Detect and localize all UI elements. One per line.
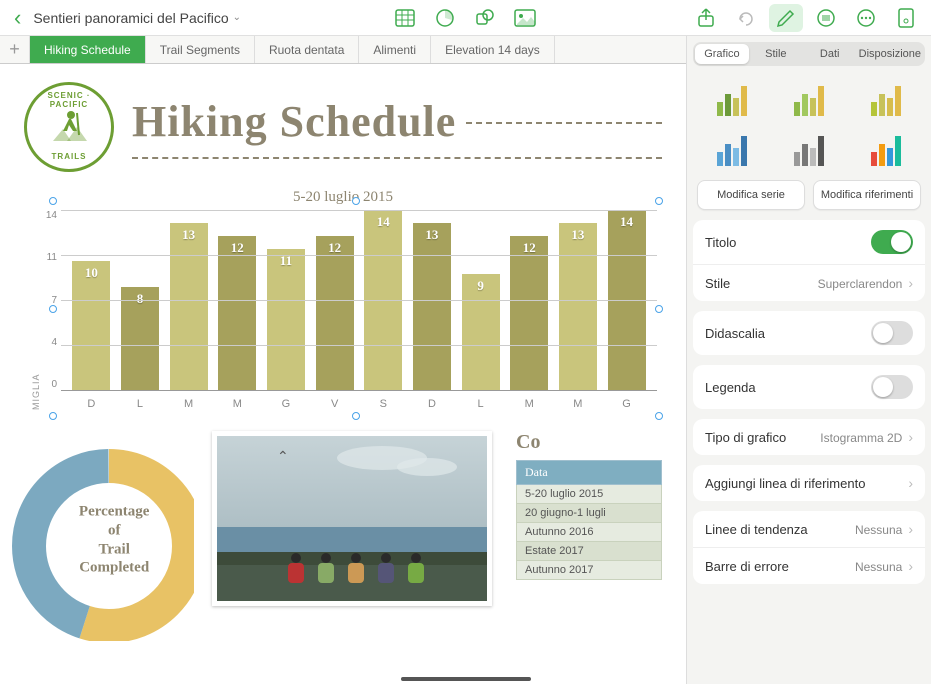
chart-plot-area: 1081312111214139121314 DLMMGVSDLMMG [61,210,657,410]
table-row[interactable]: 20 giugno-1 lugli [516,504,662,523]
legend-toggle-row: Legenda [693,365,925,409]
selection-handle[interactable] [655,412,663,420]
document-title[interactable]: Sentieri panoramici del Pacifico ⌄ [33,10,241,26]
inspector-tabs: Grafico Stile Dati Disposizione [693,42,925,66]
table-row[interactable]: Estate 2017 [516,542,662,561]
bar-chart[interactable]: 5-20 luglio 2015 MIGLIA 1411740 10813121… [24,182,662,415]
inspector-tab[interactable]: Grafico [695,44,749,64]
table-row[interactable]: Autunno 2016 [516,523,662,542]
sheet-tab[interactable]: Alimenti [359,36,431,63]
back-button[interactable]: ‹ [8,5,27,31]
bird-icon: ⌃ [277,448,289,465]
selection-handle[interactable] [49,412,57,420]
photo[interactable]: ⌃ [212,431,492,606]
inspector-tab[interactable]: Disposizione [857,44,923,64]
title-toggle-row: Titolo [693,220,925,264]
sheet-tab[interactable]: Hiking Schedule [30,36,146,63]
chart-bar: 12 [218,236,256,390]
chart-type-row[interactable]: Tipo di grafico Istogramma 2D› [693,419,925,455]
chevron-down-icon: ⌄ [233,12,241,23]
chart-style-thumb[interactable] [699,78,766,118]
format-inspector: Grafico Stile Dati Disposizione Modifica… [686,36,931,684]
undo-icon[interactable] [729,4,763,32]
title-decoration [466,122,662,124]
organize-icon[interactable] [809,4,843,32]
add-sheet-button[interactable]: + [0,36,30,63]
chart-style-thumb[interactable] [852,128,919,168]
sheet-tab[interactable]: Elevation 14 days [431,36,555,63]
chart-style-thumb[interactable] [852,78,919,118]
chart-bar: 9 [462,274,500,390]
top-toolbar: ‹ Sentieri panoramici del Pacifico ⌄ [0,0,931,36]
chevron-right-icon: › [908,521,913,537]
chart-bar: 13 [170,223,208,390]
caption-toggle-row: Didascalia [693,311,925,355]
y-axis-ticks: 1411740 [43,210,61,410]
data-table[interactable]: Co Data 5-20 luglio 201520 giugno-1 lugl… [516,431,662,580]
trendlines-row[interactable]: Linee di tendenza Nessuna› [693,511,925,547]
add-reference-line-row[interactable]: Aggiungi linea di riferimento › [693,465,925,501]
action-icons [689,4,923,32]
document-settings-icon[interactable] [889,4,923,32]
donut-chart[interactable]: Percentage of Trail Completed [0,431,194,641]
error-bars-row[interactable]: Barre di errore Nessuna› [693,547,925,584]
selection-handle[interactable] [352,412,360,420]
chart-bar: 11 [267,249,305,390]
chevron-right-icon: › [908,429,913,445]
donut-center-text: Percentage of Trail Completed [79,503,150,578]
chart-style-grid [693,66,925,180]
legend-toggle[interactable] [871,375,913,399]
trail-badge: SCENIC · PACIFIC TRAILS [24,82,114,172]
modify-series-button[interactable]: Modifica serie [697,180,805,210]
insert-media-icon[interactable] [508,4,542,32]
chart-bar: 12 [316,236,354,390]
caption-toggle[interactable] [871,321,913,345]
table-header: Data [516,460,662,485]
more-icon[interactable] [849,4,883,32]
chart-style-thumb[interactable] [776,78,843,118]
y-axis-label: MIGLIA [29,210,43,410]
chevron-right-icon: › [908,475,913,491]
page-header: SCENIC · PACIFIC TRAILS Hiking Schedule [24,82,662,172]
document-title-text: Sentieri panoramici del Pacifico [33,10,228,26]
insert-chart-icon[interactable] [428,4,462,32]
chevron-right-icon: › [908,558,913,574]
table-row[interactable]: Autunno 2017 [516,561,662,580]
sheet-tab[interactable]: Trail Segments [146,36,255,63]
chart-bar: 13 [413,223,451,390]
table-row[interactable]: 5-20 luglio 2015 [516,485,662,504]
canvas-area: SCENIC · PACIFIC TRAILS Hiking Schedule … [0,64,686,684]
chart-style-thumb[interactable] [699,128,766,168]
inspector-tab[interactable]: Stile [749,44,803,64]
insert-shape-icon[interactable] [468,4,502,32]
format-icon[interactable] [769,4,803,32]
chart-bar: 10 [72,261,110,390]
chart-title: 5-20 luglio 2015 [29,189,657,206]
chart-style-thumb[interactable] [776,128,843,168]
insert-icons [388,4,542,32]
sheet-tab[interactable]: Ruota dentata [255,36,359,63]
home-indicator [401,677,531,681]
hiker-icon [49,107,89,147]
page-title: Hiking Schedule [132,96,456,147]
table-title-fragment: Co [516,431,662,454]
title-toggle[interactable] [871,230,913,254]
insert-table-icon[interactable] [388,4,422,32]
title-divider [132,157,662,159]
chevron-right-icon: › [908,275,913,291]
modify-references-button[interactable]: Modifica riferimenti [813,180,921,210]
share-icon[interactable] [689,4,723,32]
title-style-row[interactable]: Stile Superclarendon› [693,264,925,301]
inspector-tab[interactable]: Dati [803,44,857,64]
x-axis-labels: DLMMGVSDLMMG [61,394,657,410]
chart-bar: 13 [559,223,597,390]
chart-bar: 12 [510,236,548,390]
chart-bar: 8 [121,287,159,390]
